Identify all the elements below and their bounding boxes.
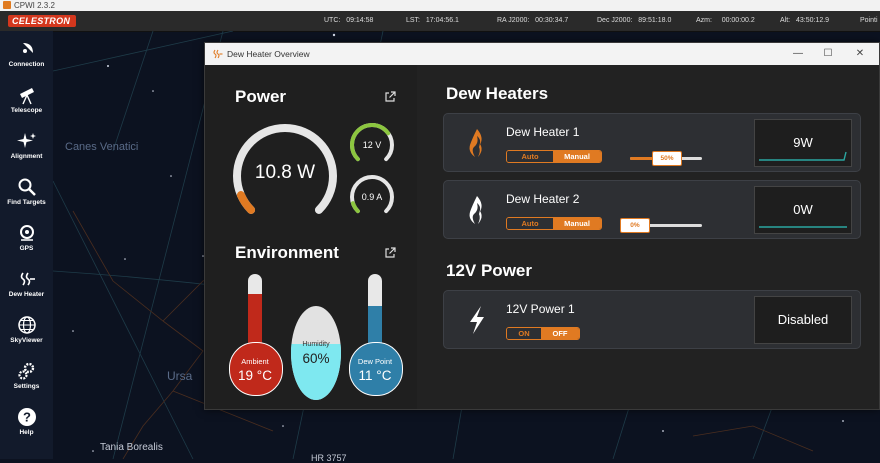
flame-icon	[469, 196, 482, 224]
dew-heater-2-level-knob[interactable]: 0%	[620, 218, 650, 233]
lst-readout: LST: 17:04:56.1	[406, 17, 459, 24]
dew-heater-overview-dialog: Dew Heater Overview — ☐ ✕ Power 10.8 W 1…	[204, 42, 880, 410]
sidebar-item-connection[interactable]: Connection	[0, 33, 53, 77]
12v-power-1-status-display: Disabled	[754, 296, 852, 344]
alt-readout: Alt: 43:50:12.9	[780, 17, 830, 24]
12v-power-1-toggle[interactable]: ON OFF	[506, 327, 580, 340]
dew-heater-2-card: Dew Heater 2 Auto Manual 0% 0W	[443, 180, 861, 239]
dew-heater-2-mode-toggle[interactable]: Auto Manual	[506, 217, 602, 230]
sky-label-canes-venatici: Canes Venatici	[65, 141, 139, 153]
sky-label-tania-borealis: Tania Borealis	[100, 442, 163, 453]
sidebar-item-dew-heater[interactable]: Dew Heater	[0, 263, 53, 307]
heat-icon	[20, 272, 35, 286]
dew-heater-1-level-slider[interactable]: 50%	[630, 151, 702, 166]
app-titlebar: CPWI 2.3.2	[0, 0, 880, 11]
dew-heater-1-power-value: 9W	[793, 135, 813, 150]
minimize-button[interactable]: —	[783, 43, 813, 65]
magnifier-icon	[18, 178, 36, 196]
azm-readout: Azm: 00:00:00.2	[696, 17, 755, 24]
gps-icon	[19, 225, 34, 241]
sidebar-item-settings[interactable]: Settings	[0, 355, 53, 399]
gear-icon	[17, 362, 34, 380]
dew-heater-1-name: Dew Heater 1	[506, 125, 580, 139]
left-panel: Power 10.8 W 12 V 0.9 A Environment Ambi…	[205, 65, 417, 409]
dew-heater-2-power-display: 0W	[754, 186, 852, 234]
sidebar-item-alignment[interactable]: Alignment	[0, 125, 53, 169]
sidebar-item-telescope[interactable]: Telescope	[0, 79, 53, 123]
power-title: Power	[235, 87, 287, 106]
voltage-value: 12 V	[362, 140, 382, 150]
environment-title: Environment	[235, 243, 339, 262]
globe-icon	[17, 316, 36, 334]
app-icon	[3, 1, 11, 9]
dew-heater-1-mode-toggle[interactable]: Auto Manual	[506, 150, 602, 163]
12v-power-1-name: 12V Power 1	[506, 302, 575, 316]
ra-readout: RA J2000: 00:30:34.7	[497, 17, 569, 24]
12v-power-title: 12V Power	[446, 261, 532, 280]
power-external-link-icon[interactable]	[384, 91, 396, 103]
close-button[interactable]: ✕	[845, 43, 875, 65]
status-bar: CELESTRON UTC: 09:14:58 LST: 17:04:56.1 …	[0, 11, 880, 32]
power-watts-value: 10.8 W	[254, 162, 316, 183]
pointing-readout: Pointi	[860, 17, 878, 24]
humidity-value: 60%	[302, 351, 330, 366]
sidebar: Connection Telescope Alignment Find Targ…	[0, 31, 53, 459]
sidebar-item-find-targets[interactable]: Find Targets	[0, 171, 53, 215]
app-window-title: CPWI 2.3.2	[14, 1, 55, 10]
sidebar-item-skyviewer[interactable]: SkyViewer	[0, 309, 53, 353]
dewpoint-thermometer: Dew Point 11 °C	[349, 274, 403, 396]
telescope-icon	[19, 88, 34, 105]
dew-heater-1-level-knob[interactable]: 50%	[652, 151, 682, 166]
humidity-label: Humidity	[302, 341, 330, 348]
dew-heaters-title: Dew Heaters	[446, 84, 549, 103]
dew-heater-1-auto-option[interactable]: Auto	[507, 151, 553, 162]
12v-power-1-status: Disabled	[777, 312, 829, 327]
dec-readout: Dec J2000: 89:51:18.0	[597, 17, 672, 24]
help-icon: ?	[17, 408, 36, 426]
humidity-indicator: Humidity 60%	[291, 306, 341, 400]
satellite-dish-icon	[20, 43, 33, 55]
ambient-thermometer: Ambient 19 °C	[229, 274, 283, 396]
dew-heater-1-card: Dew Heater 1 Auto Manual 50% 9W	[443, 113, 861, 172]
current-value: 0.9 A	[361, 192, 383, 202]
dewpoint-label: Dew Point	[357, 357, 393, 366]
dew-heater-2-power-value: 0W	[793, 202, 813, 217]
ambient-label: Ambient	[241, 357, 269, 366]
svg-text:?: ?	[23, 410, 31, 425]
dew-heater-2-auto-option[interactable]: Auto	[507, 218, 553, 229]
lightning-bolt-icon	[470, 306, 484, 334]
12v-power-1-card: 12V Power 1 ON OFF Disabled	[443, 290, 861, 349]
12v-power-1-off-option[interactable]: OFF	[541, 328, 579, 339]
sky-label-ursa: Ursa	[167, 369, 193, 383]
sky-label-hr-3757: HR 3757	[311, 453, 347, 463]
dew-heater-2-name: Dew Heater 2	[506, 192, 580, 206]
dewpoint-value: 11 °C	[358, 368, 392, 383]
environment-external-link-icon[interactable]	[384, 247, 396, 259]
dew-heater-1-manual-option[interactable]: Manual	[553, 151, 601, 162]
dew-heater-1-power-display: 9W	[754, 119, 852, 167]
utc-readout: UTC: 09:14:58	[324, 17, 374, 24]
sidebar-item-help[interactable]: ? Help	[0, 401, 53, 445]
dialog-title: Dew Heater Overview	[227, 49, 310, 59]
maximize-button[interactable]: ☐	[813, 43, 843, 65]
dialog-body: Power 10.8 W 12 V 0.9 A Environment Ambi…	[205, 65, 879, 409]
dialog-heat-icon	[213, 49, 223, 59]
dialog-titlebar[interactable]: Dew Heater Overview — ☐ ✕	[205, 43, 879, 65]
sparkle-icon	[16, 133, 36, 148]
dew-heater-2-manual-option[interactable]: Manual	[553, 218, 601, 229]
flame-icon	[469, 129, 482, 157]
12v-power-1-on-option[interactable]: ON	[507, 328, 541, 339]
sidebar-item-gps[interactable]: GPS	[0, 217, 53, 261]
dew-heater-2-level-slider[interactable]: 0%	[620, 218, 702, 233]
ambient-value: 19 °C	[238, 368, 272, 383]
celestron-logo: CELESTRON	[8, 15, 77, 27]
